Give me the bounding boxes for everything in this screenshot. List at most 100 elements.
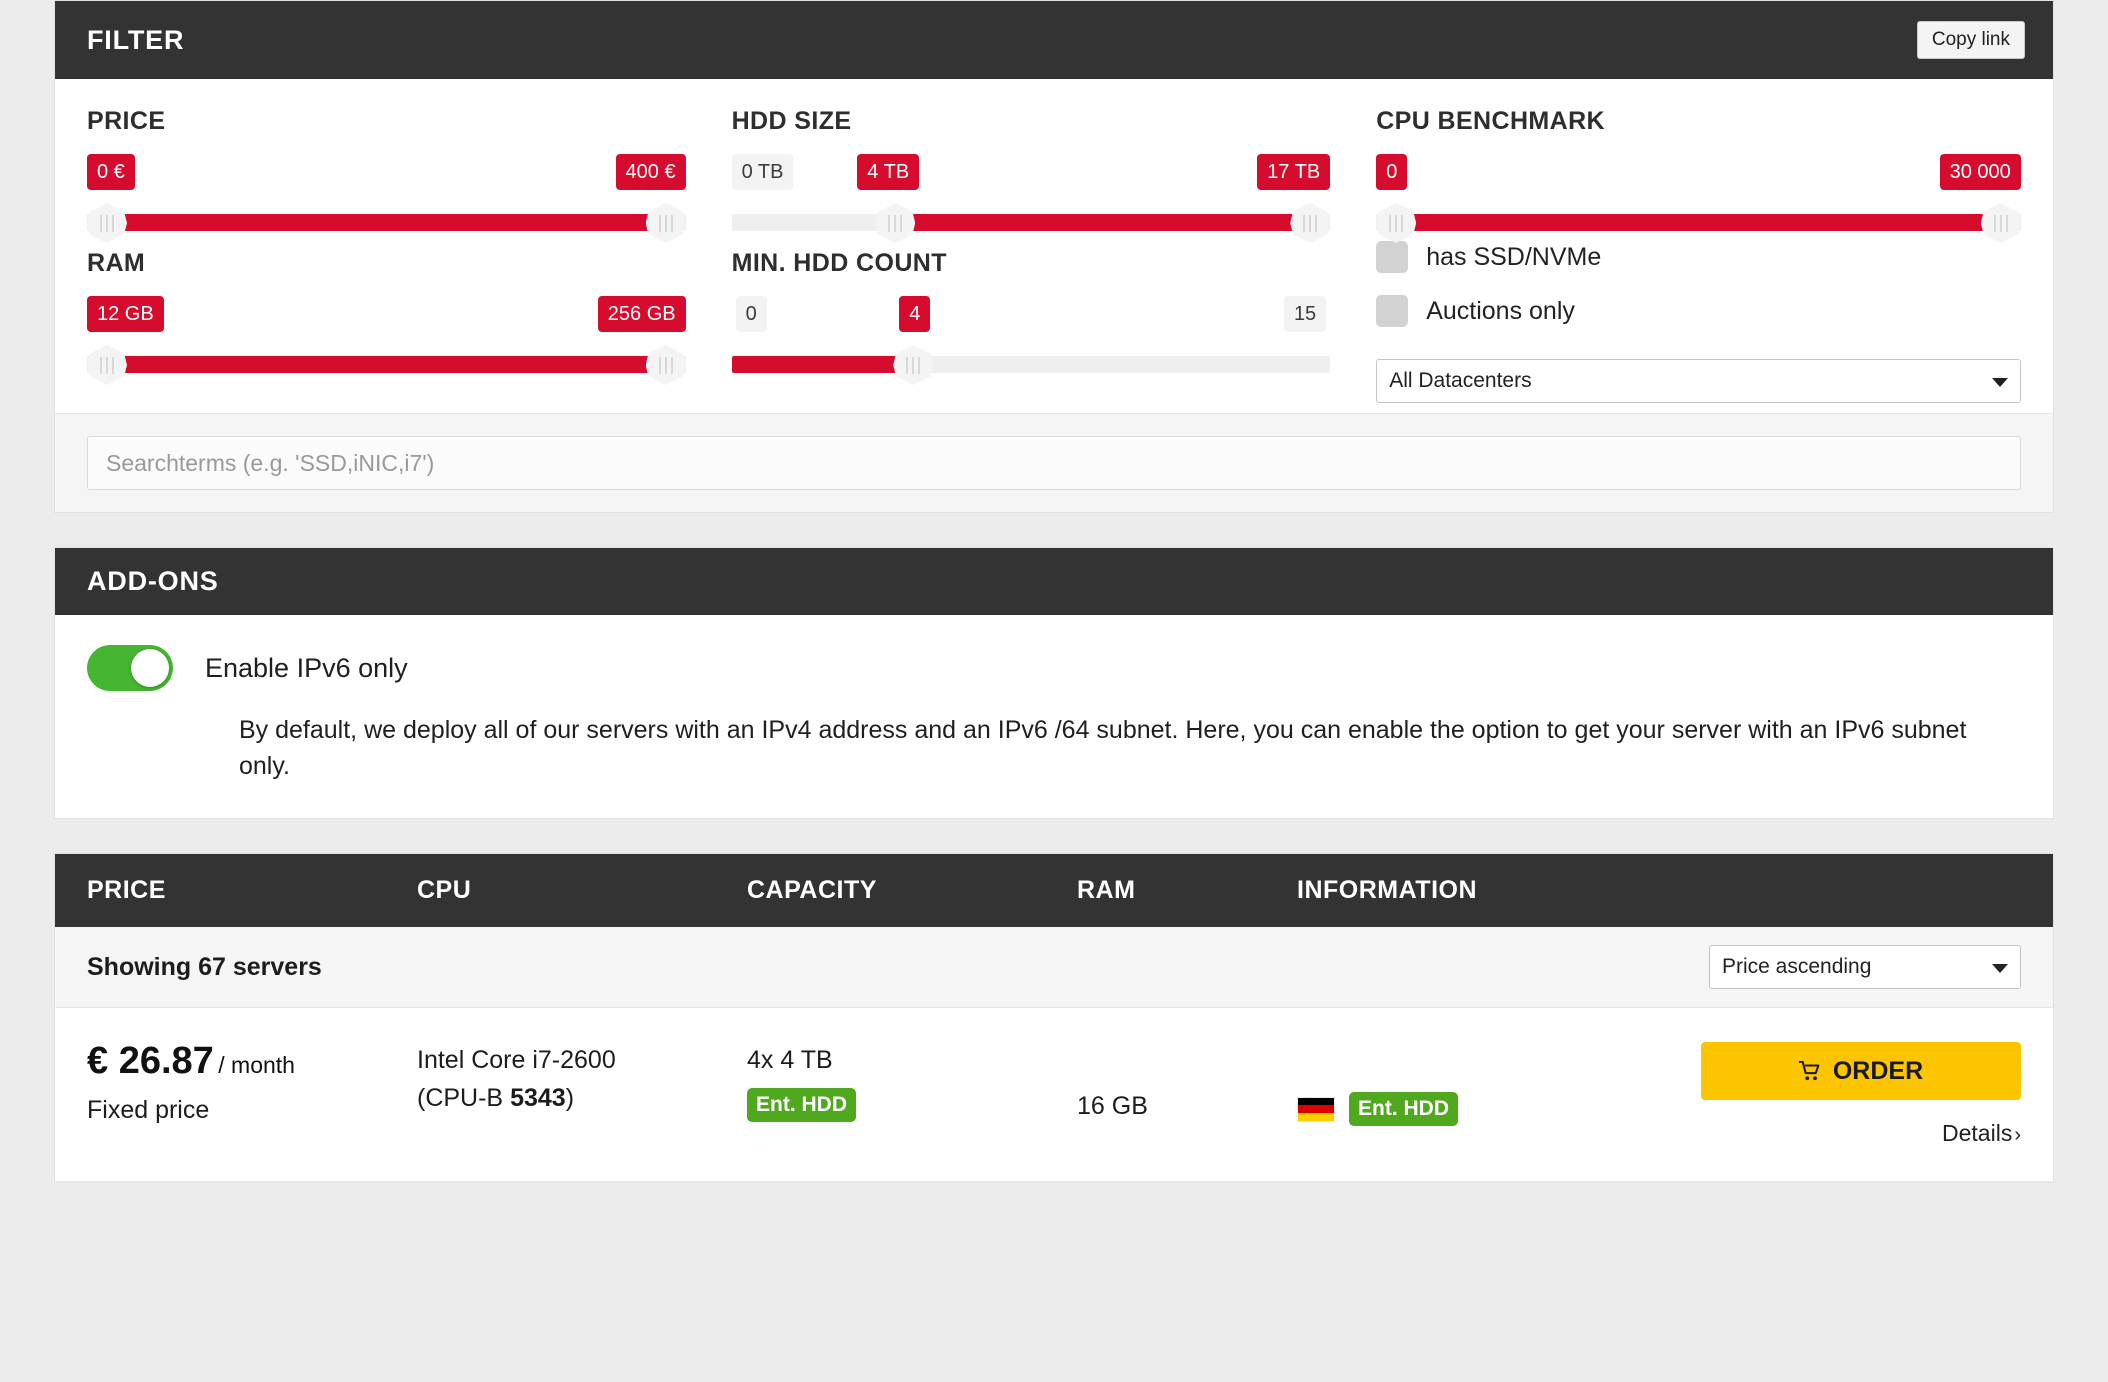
cell-actions: ORDER Details ›: [1701, 1042, 2021, 1147]
ram-slider-track[interactable]: [87, 336, 686, 392]
hdd-size-min-value: 0 TB: [731, 154, 794, 190]
cpu-benchmark-slider-labels: 0 30 000: [1376, 154, 2021, 190]
price-amount: € 26.87: [87, 1040, 214, 1082]
hdd-size-current-value: 4 TB: [857, 154, 920, 190]
filter-column-right: CPU BENCHMARK 0 30 000 has SSD/NVMe Auct…: [1376, 107, 2021, 403]
hdd-count-current-value: 4: [899, 296, 931, 332]
copy-link-button[interactable]: Copy link: [1916, 21, 2025, 59]
cpu-benchmark-slider-track[interactable]: [1376, 194, 2021, 250]
hdd-count-max-value: 15: [1283, 296, 1327, 332]
cpu-benchmark-slider-fill: [1389, 214, 2008, 231]
hdd-size-slider-fill: [887, 214, 1319, 231]
grip-icon: [906, 356, 921, 374]
table-row[interactable]: € 26.87 / month Fixed price Intel Core i…: [55, 1008, 2053, 1182]
ram-max-value: 256 GB: [597, 296, 686, 332]
results-table-header: PRICE CPU CAPACITY RAM INFORMATION: [55, 854, 2053, 927]
datacenter-select[interactable]: All Datacenters: [1376, 359, 2021, 403]
ipv6-toggle-row: Enable IPv6 only: [87, 645, 2021, 691]
cpu-benchmark-slider-handle-max[interactable]: [1980, 203, 2021, 243]
grip-icon: [100, 356, 114, 374]
ipv6-toggle-label: Enable IPv6 only: [205, 652, 408, 683]
cell-capacity: 4x 4 TB Ent. HDD: [747, 1042, 1077, 1122]
hdd-size-slider-track[interactable]: [731, 194, 1331, 250]
filter-body: PRICE 0 € 400 € RAM 12 GB 256 GB HDD SIZ…: [55, 79, 2053, 413]
ram-slider-group: RAM 12 GB 256 GB: [87, 249, 686, 385]
price-slider-track[interactable]: [87, 194, 686, 250]
price-max-value: 400 €: [615, 154, 686, 190]
chevron-right-icon: ›: [2014, 1124, 2021, 1146]
price-note: Fixed price: [87, 1096, 210, 1124]
datacenter-select-wrap: All Datacenters: [1376, 359, 2021, 403]
grip-icon: [1303, 214, 1318, 232]
price-slider-handle-max[interactable]: [645, 203, 686, 243]
price-min-value: 0 €: [87, 154, 135, 190]
results-subheader: Showing 67 servers Price ascending: [55, 927, 2053, 1008]
hdd-count-slider-fill: [731, 356, 906, 373]
hdd-count-slider-track[interactable]: [731, 336, 1331, 392]
hdd-size-slider-labels: 0 TB 4 TB 17 TB: [731, 154, 1331, 190]
grip-icon: [1993, 214, 2008, 232]
capacity-badge: Ent. HDD: [747, 1087, 856, 1122]
filter-panel: FILTER Copy link PRICE 0 € 400 € RAM 12 …: [54, 0, 2054, 513]
details-link[interactable]: Details ›: [1701, 1120, 2021, 1147]
grip-icon: [888, 214, 903, 232]
hdd-count-slider-group: MIN. HDD COUNT 0 4 15: [731, 249, 1331, 385]
addons-body: Enable IPv6 only By default, we deploy a…: [55, 615, 2053, 818]
filter-title: FILTER: [87, 24, 185, 55]
price-slider-fill: [98, 214, 674, 231]
filter-column-left: PRICE 0 € 400 € RAM 12 GB 256 GB: [87, 107, 732, 403]
cpu-benchmark-suffix: ): [565, 1083, 575, 1112]
filter-column-middle: HDD SIZE 0 TB 4 TB 17 TB MIN. HDD COUNT …: [731, 107, 1377, 403]
toggle-knob: [131, 649, 169, 687]
price-label: PRICE: [87, 107, 166, 135]
grip-icon: [658, 356, 673, 374]
ram-slider-handle-min[interactable]: [87, 345, 127, 385]
order-button[interactable]: ORDER: [1701, 1042, 2021, 1100]
grip-icon: [1389, 214, 1404, 232]
details-link-label: Details: [1942, 1120, 2013, 1146]
search-input[interactable]: [87, 436, 2021, 490]
column-header-cpu: CPU: [417, 876, 472, 904]
ipv6-description: By default, we deploy all of our servers…: [239, 716, 1967, 780]
cpu-benchmark-prefix: (CPU-B: [417, 1083, 511, 1112]
column-header-information: INFORMATION: [1297, 876, 1478, 904]
sort-select[interactable]: Price ascending: [1709, 945, 2021, 989]
ipv6-toggle[interactable]: [87, 645, 173, 691]
column-header-ram: RAM: [1077, 876, 1136, 904]
hdd-size-label: HDD SIZE: [731, 107, 852, 135]
cart-icon: [1798, 1061, 1820, 1081]
checkbox-label-auctions-only: Auctions only: [1426, 296, 1575, 325]
cpu-name: Intel Core i7-2600: [417, 1046, 616, 1074]
ram-slider-fill: [98, 356, 674, 373]
page-root: FILTER Copy link PRICE 0 € 400 € RAM 12 …: [0, 0, 2108, 1382]
hdd-size-slider-handle-max[interactable]: [1290, 203, 1331, 243]
price-slider-handle-min[interactable]: [87, 203, 127, 243]
hdd-count-min-value: 0: [735, 296, 767, 332]
search-strip: [55, 413, 2053, 512]
grip-icon: [658, 214, 673, 232]
hdd-size-max-value: 17 TB: [1257, 154, 1331, 190]
cpu-benchmark-value: (CPU-B 5343): [417, 1080, 747, 1118]
ram-label: RAM: [87, 249, 146, 277]
hdd-size-slider-handle-min[interactable]: [875, 203, 916, 243]
cpu-benchmark-slider-handle-min[interactable]: [1376, 203, 1417, 243]
ram-min-value: 12 GB: [87, 296, 164, 332]
checkbox-row-auctions-only[interactable]: Auctions only: [1376, 295, 2021, 327]
results-panel: PRICE CPU CAPACITY RAM INFORMATION Showi…: [54, 853, 2054, 1183]
ram-slider-labels: 12 GB 256 GB: [87, 296, 686, 332]
hdd-size-slider-group: HDD SIZE 0 TB 4 TB 17 TB: [731, 107, 1331, 243]
results-count: Showing 67 servers: [87, 952, 322, 981]
cpu-benchmark-label: CPU BENCHMARK: [1376, 107, 1605, 135]
checkbox-icon-auctions-only[interactable]: [1376, 295, 1409, 327]
ram-slider-handle-max[interactable]: [645, 345, 686, 385]
cpu-benchmark-max-value: 30 000: [1939, 154, 2021, 190]
column-header-capacity: CAPACITY: [747, 876, 877, 904]
capacity-value: 4x 4 TB: [747, 1046, 833, 1074]
germany-flag-icon: [1297, 1096, 1335, 1122]
price-slider-labels: 0 € 400 €: [87, 154, 686, 190]
cell-cpu: Intel Core i7-2600 (CPU-B 5343): [417, 1042, 747, 1117]
addons-title: ADD-ONS: [87, 566, 219, 596]
order-button-label: ORDER: [1832, 1056, 1924, 1085]
hdd-count-slider-handle[interactable]: [893, 345, 934, 385]
column-header-price: PRICE: [87, 876, 166, 904]
